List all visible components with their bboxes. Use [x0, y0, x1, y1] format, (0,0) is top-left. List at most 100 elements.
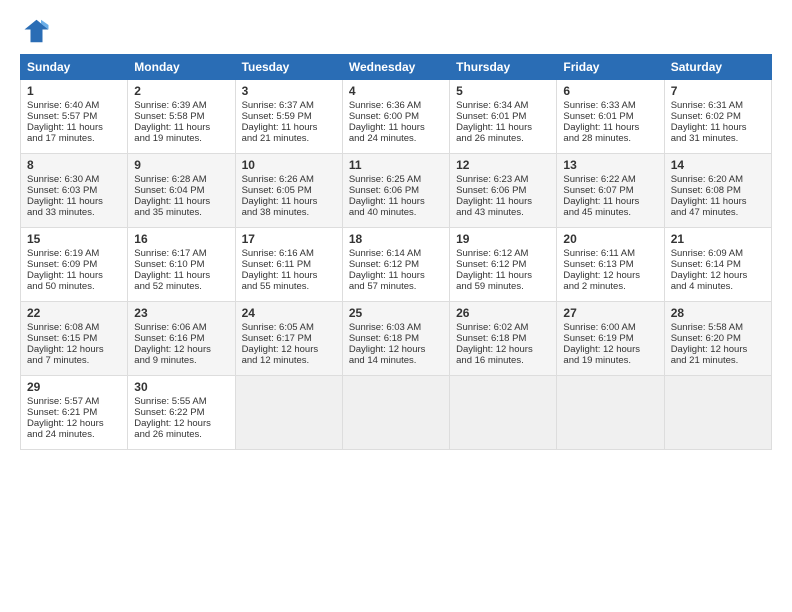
day-number: 1 [27, 84, 121, 98]
day-number: 19 [456, 232, 550, 246]
day-info: and 2 minutes. [563, 281, 657, 292]
col-header-monday: Monday [128, 55, 235, 80]
calendar-cell: 14Sunrise: 6:20 AMSunset: 6:08 PMDayligh… [664, 154, 771, 228]
day-info: and 55 minutes. [242, 281, 336, 292]
calendar-cell: 20Sunrise: 6:11 AMSunset: 6:13 PMDayligh… [557, 228, 664, 302]
day-number: 15 [27, 232, 121, 246]
day-info: and 45 minutes. [563, 207, 657, 218]
day-info: Daylight: 12 hours [563, 344, 657, 355]
day-number: 26 [456, 306, 550, 320]
calendar-cell: 6Sunrise: 6:33 AMSunset: 6:01 PMDaylight… [557, 80, 664, 154]
day-info: Sunset: 6:19 PM [563, 333, 657, 344]
day-info: Daylight: 11 hours [349, 122, 443, 133]
day-info: Daylight: 11 hours [563, 196, 657, 207]
day-info: Sunset: 5:57 PM [27, 111, 121, 122]
day-info: and 31 minutes. [671, 133, 765, 144]
calendar-cell: 27Sunrise: 6:00 AMSunset: 6:19 PMDayligh… [557, 302, 664, 376]
col-header-tuesday: Tuesday [235, 55, 342, 80]
day-info: Sunset: 6:01 PM [456, 111, 550, 122]
calendar-week-5: 29Sunrise: 5:57 AMSunset: 6:21 PMDayligh… [21, 376, 772, 450]
calendar-cell [450, 376, 557, 450]
calendar-cell: 10Sunrise: 6:26 AMSunset: 6:05 PMDayligh… [235, 154, 342, 228]
day-info: Sunrise: 6:14 AM [349, 248, 443, 259]
day-info: Daylight: 11 hours [349, 270, 443, 281]
day-info: Sunset: 6:18 PM [349, 333, 443, 344]
day-info: Daylight: 11 hours [242, 270, 336, 281]
day-number: 22 [27, 306, 121, 320]
header-row: SundayMondayTuesdayWednesdayThursdayFrid… [21, 55, 772, 80]
day-info: Sunrise: 6:34 AM [456, 100, 550, 111]
day-info: Sunrise: 6:39 AM [134, 100, 228, 111]
day-info: Daylight: 11 hours [27, 196, 121, 207]
calendar-cell: 3 Sunrise: 6:37 AMSunset: 5:59 PMDaylight… [235, 80, 342, 154]
day-info: Daylight: 11 hours [671, 122, 765, 133]
day-number: 25 [349, 306, 443, 320]
calendar-cell [235, 376, 342, 450]
day-number: 3 [242, 84, 336, 98]
day-info: and 35 minutes. [134, 207, 228, 218]
day-number: 9 [134, 158, 228, 172]
day-info: Daylight: 12 hours [671, 344, 765, 355]
day-info: and 47 minutes. [671, 207, 765, 218]
day-info: and 52 minutes. [134, 281, 228, 292]
day-number: 17 [242, 232, 336, 246]
day-info: Sunset: 6:09 PM [27, 259, 121, 270]
day-info: and 4 minutes. [671, 281, 765, 292]
day-info: Sunset: 5:59 PM [242, 111, 336, 122]
day-info: Daylight: 11 hours [134, 122, 228, 133]
day-info: Sunset: 6:04 PM [134, 185, 228, 196]
day-info: Daylight: 11 hours [242, 122, 336, 133]
day-info: Daylight: 11 hours [349, 196, 443, 207]
day-info: Daylight: 12 hours [27, 344, 121, 355]
page: SundayMondayTuesdayWednesdayThursdayFrid… [0, 0, 792, 612]
day-number: 4 [349, 84, 443, 98]
day-info: Sunrise: 6:23 AM [456, 174, 550, 185]
day-number: 7 [671, 84, 765, 98]
calendar-cell: 28Sunrise: 5:58 AMSunset: 6:20 PMDayligh… [664, 302, 771, 376]
calendar-cell: 17Sunrise: 6:16 AMSunset: 6:11 PMDayligh… [235, 228, 342, 302]
day-info: Sunrise: 6:25 AM [349, 174, 443, 185]
day-info: Sunrise: 6:03 AM [349, 322, 443, 333]
day-info: Daylight: 12 hours [349, 344, 443, 355]
col-header-thursday: Thursday [450, 55, 557, 80]
day-info: Sunset: 6:02 PM [671, 111, 765, 122]
day-number: 12 [456, 158, 550, 172]
day-info: Sunrise: 6:20 AM [671, 174, 765, 185]
day-info: Sunrise: 6:37 AM [242, 100, 336, 111]
day-info: Sunset: 6:00 PM [349, 111, 443, 122]
day-info: Sunrise: 6:33 AM [563, 100, 657, 111]
day-info: Daylight: 11 hours [456, 122, 550, 133]
calendar-cell: 11Sunrise: 6:25 AMSunset: 6:06 PMDayligh… [342, 154, 449, 228]
day-info: Sunrise: 5:55 AM [134, 396, 228, 407]
day-number: 18 [349, 232, 443, 246]
calendar-week-4: 22Sunrise: 6:08 AMSunset: 6:15 PMDayligh… [21, 302, 772, 376]
day-number: 8 [27, 158, 121, 172]
day-info: Daylight: 11 hours [27, 122, 121, 133]
calendar-cell: 5Sunrise: 6:34 AMSunset: 6:01 PMDaylight… [450, 80, 557, 154]
day-info: Sunrise: 6:19 AM [27, 248, 121, 259]
calendar-cell: 22Sunrise: 6:08 AMSunset: 6:15 PMDayligh… [21, 302, 128, 376]
day-number: 10 [242, 158, 336, 172]
day-info: Sunset: 6:06 PM [349, 185, 443, 196]
day-info: Sunrise: 6:06 AM [134, 322, 228, 333]
day-info: Sunset: 6:05 PM [242, 185, 336, 196]
calendar-cell: 26Sunrise: 6:02 AMSunset: 6:18 PMDayligh… [450, 302, 557, 376]
day-info: Daylight: 11 hours [27, 270, 121, 281]
day-info: and 26 minutes. [456, 133, 550, 144]
day-number: 23 [134, 306, 228, 320]
day-info: Sunset: 6:06 PM [456, 185, 550, 196]
calendar-cell [557, 376, 664, 450]
calendar-cell [664, 376, 771, 450]
calendar-cell: 13Sunrise: 6:22 AMSunset: 6:07 PMDayligh… [557, 154, 664, 228]
day-info: Sunrise: 6:31 AM [671, 100, 765, 111]
day-number: 16 [134, 232, 228, 246]
day-number: 6 [563, 84, 657, 98]
day-info: Daylight: 11 hours [134, 270, 228, 281]
day-info: Daylight: 11 hours [671, 196, 765, 207]
day-info: Sunset: 6:21 PM [27, 407, 121, 418]
day-info: and 26 minutes. [134, 429, 228, 440]
calendar-cell: 29Sunrise: 5:57 AMSunset: 6:21 PMDayligh… [21, 376, 128, 450]
day-info: Sunrise: 6:36 AM [349, 100, 443, 111]
day-info: and 21 minutes. [671, 355, 765, 366]
col-header-saturday: Saturday [664, 55, 771, 80]
